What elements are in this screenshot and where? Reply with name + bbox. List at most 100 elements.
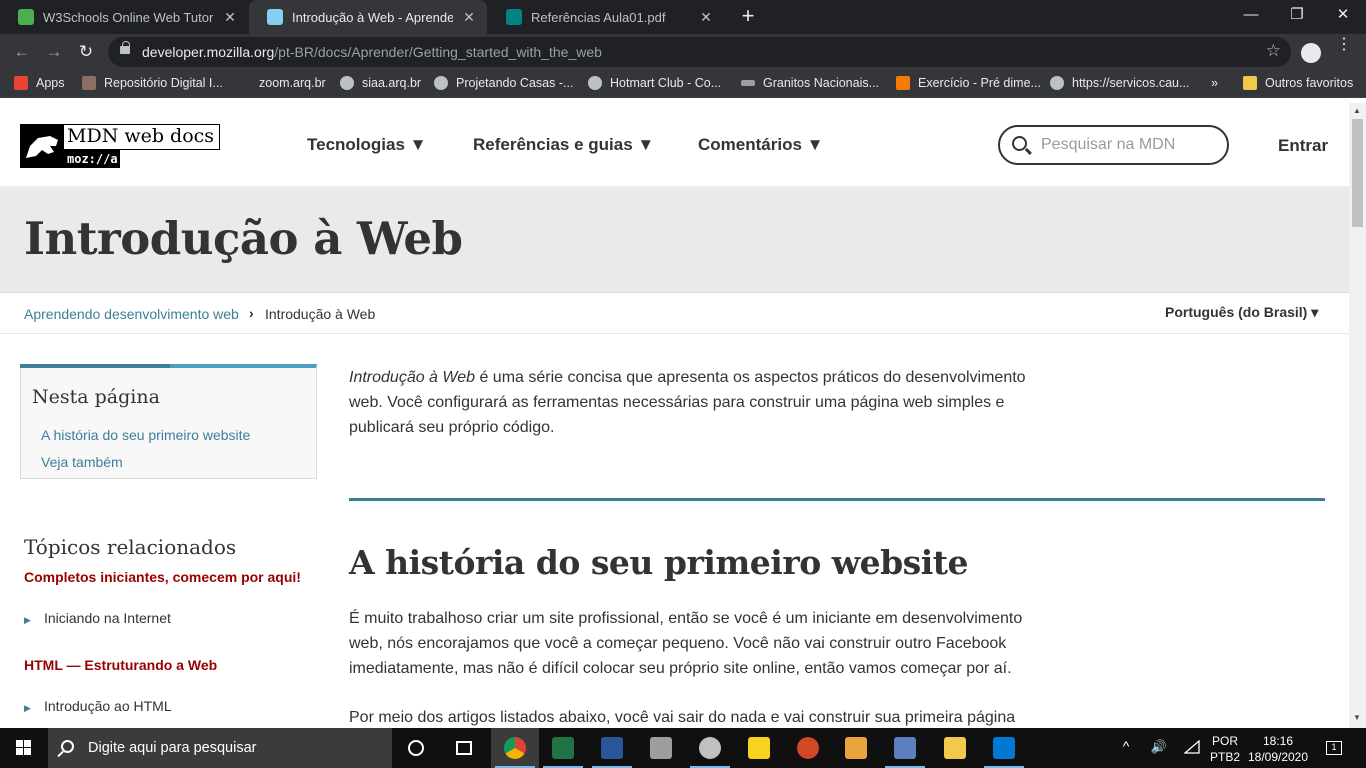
tab-w3schools[interactable]: W3Schools Online Web Tutorials ✕ <box>0 0 248 34</box>
taskbar-search-box[interactable]: Digite aqui para pesquisar <box>48 728 392 768</box>
page-title-bar: Introdução à Web <box>0 187 1349 293</box>
table-of-contents: Nesta página A história do seu primeiro … <box>20 364 317 479</box>
taskbar-sticky-notes[interactable] <box>735 728 783 768</box>
taskbar-media-player[interactable] <box>832 728 880 768</box>
taskbar-file-explorer[interactable] <box>931 728 979 768</box>
chevron-double-icon: » <box>1211 76 1218 90</box>
body-paragraph: É muito trabalhoso criar um site profiss… <box>349 610 1023 677</box>
mdn-search-input[interactable] <box>1041 134 1221 156</box>
wifi-icon[interactable] <box>1181 739 1203 768</box>
bookmark-label: Projetando Casas -... <box>456 76 574 90</box>
close-tab-icon[interactable]: ✕ <box>461 9 477 26</box>
url-text[interactable]: developer.mozilla.org/pt-BR/docs/Aprende… <box>142 44 602 60</box>
reload-icon[interactable]: ↻ <box>74 40 98 64</box>
taskbar-calculator[interactable] <box>637 728 685 768</box>
bookmarks-bar: Apps Repositório Digital I... zoom.arq.b… <box>0 70 1366 98</box>
close-tab-icon[interactable]: ✕ <box>698 9 714 26</box>
restore-window-button[interactable]: ❐ <box>1274 0 1320 30</box>
clock-time: 18:16 <box>1262 734 1294 748</box>
task-view-button[interactable] <box>440 728 488 768</box>
globe-icon <box>340 76 354 90</box>
bookmark-star-icon[interactable]: ☆ <box>1266 41 1281 61</box>
bookmark-hotmart[interactable]: Hotmart Club - Co... <box>588 76 721 90</box>
w3schools-favicon-icon <box>18 9 34 25</box>
profile-avatar-icon[interactable] <box>1301 43 1321 63</box>
related-item-iniciando-internet[interactable]: ▶ Iniciando na Internet <box>24 610 171 626</box>
bookmark-label: siaa.arq.br <box>362 76 422 90</box>
windows-taskbar: Digite aqui para pesquisar ^ 🔊 POR PTB2 … <box>0 728 1366 768</box>
browser-tab-strip: W3Schools Online Web Tutorials ✕ Introdu… <box>0 0 1366 34</box>
globe-icon <box>588 76 602 90</box>
tab-title: W3Schools Online Web Tutorials <box>43 9 214 25</box>
tab-introducao-web[interactable]: Introdução à Web - Aprendendo ✕ <box>249 0 487 34</box>
new-tab-button[interactable]: + <box>737 5 759 27</box>
input-language-indicator[interactable]: POR PTB2 <box>1206 733 1244 768</box>
volume-icon[interactable]: 🔊 <box>1147 739 1171 768</box>
powerpoint-icon <box>797 737 819 759</box>
logo-wordmark: MDN web docs <box>64 124 220 150</box>
repository-favicon-icon <box>82 76 96 90</box>
address-bar[interactable]: developer.mozilla.org/pt-BR/docs/Aprende… <box>108 37 1291 67</box>
vscode-icon <box>993 737 1015 759</box>
bookmark-siaa[interactable]: siaa.arq.br <box>340 76 421 90</box>
taskbar-network-tool[interactable] <box>881 728 929 768</box>
notification-count: 1 <box>1326 741 1342 755</box>
breadcrumb-link-aprendendo[interactable]: Aprendendo desenvolvimento web <box>24 306 239 322</box>
bookmark-apps[interactable]: Apps <box>14 76 65 90</box>
url-path: /pt-BR/docs/Aprender/Getting_started_wit… <box>274 44 602 60</box>
minimize-window-button[interactable]: — <box>1228 0 1274 30</box>
toc-link-veja-tambem[interactable]: Veja também <box>41 454 123 470</box>
bookmark-servicos-cau[interactable]: https://servicos.cau... <box>1050 76 1189 90</box>
lang-line1: POR <box>1211 734 1238 748</box>
mozilla-wordmark: moz://a <box>64 150 120 168</box>
globe-icon <box>434 76 448 90</box>
forward-arrow-icon[interactable]: → <box>42 40 66 64</box>
bookmark-label: Hotmart Club - Co... <box>610 76 722 90</box>
taskbar-word[interactable] <box>588 728 636 768</box>
section-heading: A história do seu primeiro website <box>349 543 969 582</box>
bookmark-zoom[interactable]: zoom.arq.br <box>259 76 326 90</box>
notification-center-button[interactable]: 1 <box>1322 739 1346 768</box>
close-tab-icon[interactable]: ✕ <box>222 9 238 26</box>
clock[interactable]: 18:16 18/09/2020 <box>1245 733 1311 768</box>
nav-comentarios[interactable]: Comentários ▼ <box>698 135 823 155</box>
nav-tecnologias[interactable]: Tecnologias ▼ <box>307 135 426 155</box>
start-button[interactable] <box>0 728 48 768</box>
tab-referencias-pdf[interactable]: Referências Aula01.pdf ✕ <box>488 0 724 34</box>
scroll-down-arrow-icon[interactable]: ▼ <box>1353 713 1361 722</box>
section-divider <box>349 498 1325 501</box>
close-window-button[interactable]: ✕ <box>1320 0 1366 30</box>
taskbar-excel[interactable] <box>539 728 587 768</box>
bookmark-granitos[interactable]: Granitos Nacionais... <box>741 76 879 90</box>
cortana-button[interactable] <box>392 728 440 768</box>
taskbar-powerpoint[interactable] <box>784 728 832 768</box>
taskbar-vscode[interactable] <box>980 728 1028 768</box>
bookmark-outros-favoritos[interactable]: Outros favoritos <box>1243 76 1353 90</box>
toc-link-historia[interactable]: A história do seu primeiro website <box>41 427 250 443</box>
bookmarks-overflow-button[interactable]: » <box>1211 76 1218 90</box>
scrollbar-thumb[interactable] <box>1352 119 1363 227</box>
related-item-introducao-html[interactable]: ▶ Introdução ao HTML <box>24 698 172 714</box>
sign-in-link[interactable]: Entrar <box>1278 136 1328 156</box>
page-scrollbar[interactable]: ▲ ▼ <box>1349 103 1366 728</box>
browser-menu-icon[interactable]: ⋮ <box>1336 37 1352 53</box>
tab-title: Referências Aula01.pdf <box>531 9 666 25</box>
taskbar-chrome[interactable] <box>491 728 539 768</box>
task-view-icon <box>456 741 472 755</box>
dinosaur-logo-icon <box>20 124 64 168</box>
nav-referencias-guias[interactable]: Referências e guias ▼ <box>473 135 654 155</box>
bookmark-exercicio[interactable]: Exercício - Pré dime... <box>896 76 1041 90</box>
folder-icon <box>1243 76 1257 90</box>
taskbar-paint[interactable] <box>686 728 734 768</box>
language-selector[interactable]: Português (do Brasil) ▾ <box>1165 304 1318 321</box>
back-arrow-icon[interactable]: ← <box>10 40 34 64</box>
mdn-logo[interactable]: MDN web docs moz://a <box>20 124 220 168</box>
excel-icon <box>552 737 574 759</box>
bookmark-projetando-casas[interactable]: Projetando Casas -... <box>434 76 573 90</box>
related-topics-title: Tópicos relacionados <box>24 535 237 559</box>
scroll-up-arrow-icon[interactable]: ▲ <box>1353 106 1361 115</box>
mdn-search-box[interactable] <box>998 125 1229 165</box>
bookmark-repositorio[interactable]: Repositório Digital I... <box>82 76 223 90</box>
tray-overflow-chevron-icon[interactable]: ^ <box>1114 738 1138 768</box>
lock-icon[interactable] <box>120 41 130 54</box>
